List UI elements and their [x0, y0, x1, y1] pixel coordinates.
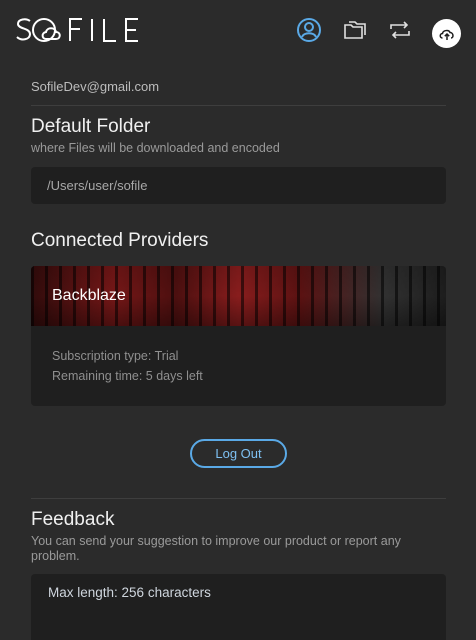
subscription-type: Subscription type: Trial — [52, 349, 179, 363]
logo-wordmark — [16, 18, 138, 42]
sync-icon[interactable] — [386, 16, 414, 44]
divider — [31, 105, 446, 106]
log-out-button[interactable]: Log Out — [190, 439, 287, 468]
app-logo — [16, 14, 150, 46]
account-email: SofileDev@gmail.com — [31, 79, 160, 94]
top-bar — [0, 0, 476, 64]
upload-button[interactable] — [432, 19, 461, 48]
remaining-time: Remaining time: 5 days left — [52, 369, 203, 383]
cloud-upload-icon — [439, 29, 454, 40]
provider-card-backblaze[interactable]: Backblaze Subscription type: Trial Remai… — [31, 266, 446, 406]
provider-name: Backblaze — [52, 287, 126, 304]
folder-icon[interactable] — [341, 16, 369, 44]
default-folder-title: Default Folder — [31, 116, 151, 137]
default-folder-input[interactable]: /Users/user/sofile — [31, 167, 446, 204]
connected-providers-title: Connected Providers — [31, 230, 209, 251]
divider — [31, 498, 446, 499]
feedback-title: Feedback — [31, 509, 115, 530]
account-icon[interactable] — [295, 16, 323, 44]
feedback-subtitle: You can send your suggestion to improve … — [31, 534, 401, 563]
feedback-textarea[interactable]: Max length: 256 characters — [31, 574, 446, 640]
default-folder-subtitle: where Files will be downloaded and encod… — [31, 141, 280, 155]
